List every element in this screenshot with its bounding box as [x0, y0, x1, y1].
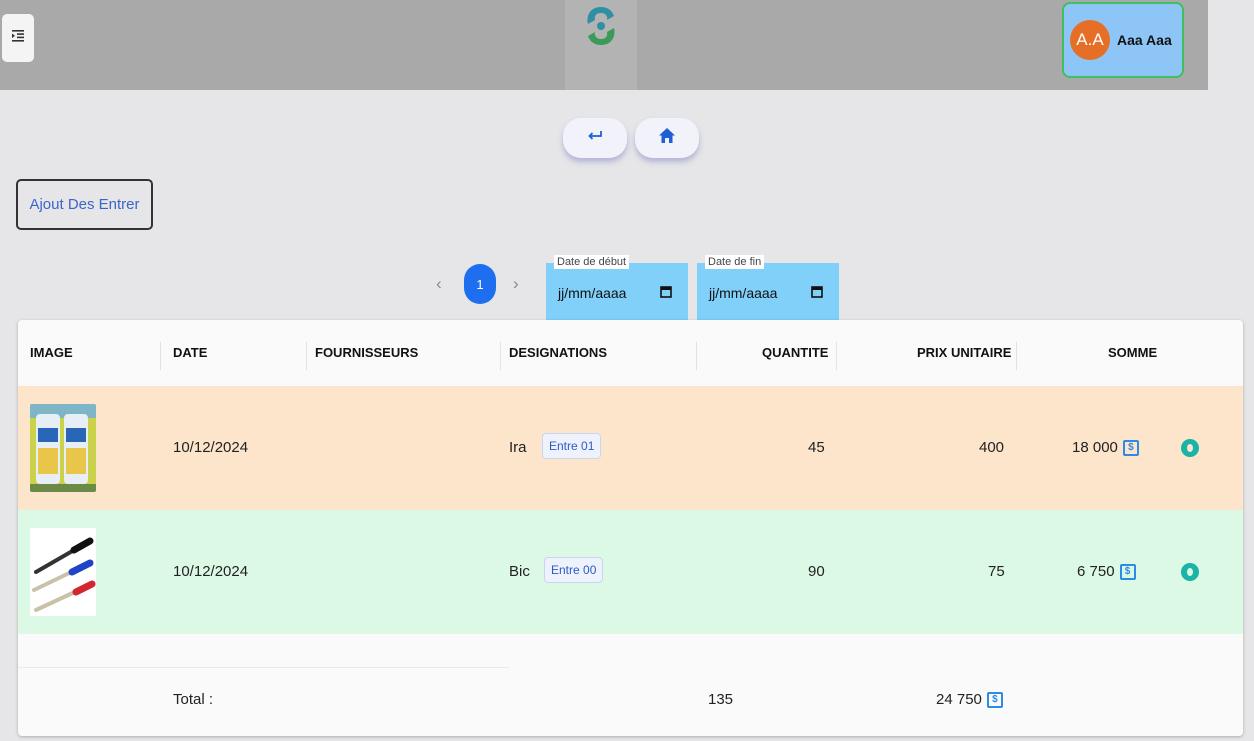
dollar-bill-icon: $ — [986, 692, 1003, 709]
app-logo-icon — [581, 4, 621, 53]
product-image — [30, 528, 96, 616]
entries-table: IMAGE DATE FOURNISSEURS DESIGNATIONS QUA… — [18, 320, 1243, 736]
return-arrow-icon — [587, 129, 603, 147]
designation-name: Bic — [509, 563, 530, 580]
page-1-button[interactable]: 1 — [464, 264, 496, 304]
logo-area[interactable] — [565, 0, 637, 90]
unit-price-value: 75 — [988, 563, 1005, 580]
table-row: 10/12/2024 Ira Entre 01 45 400 18 000 $ — [18, 386, 1243, 510]
total-quantity: 135 — [708, 691, 734, 708]
chevron-left-icon[interactable]: ‹ — [436, 274, 442, 294]
column-header: FOURNISSEURS — [315, 345, 419, 360]
start-date-input[interactable]: jj/mm/aaaa — [558, 285, 626, 301]
column-divider — [836, 342, 837, 370]
entry-badge[interactable]: Entre 01 — [542, 433, 602, 459]
quantity-value: 45 — [808, 439, 825, 456]
entry-date: 10/12/2024 — [173, 563, 249, 580]
quantity-value: 90 — [808, 563, 825, 580]
user-profile-chip[interactable]: A.A Aaa Aaa — [1062, 2, 1184, 78]
column-header: DESIGNATIONS — [509, 345, 607, 360]
user-name: Aaa Aaa — [1117, 32, 1172, 48]
back-button[interactable] — [563, 118, 627, 158]
menu-toggle-button[interactable] — [2, 14, 34, 62]
end-date-input[interactable]: jj/mm/aaaa — [709, 285, 777, 301]
avatar: A.A — [1070, 20, 1110, 60]
column-header: IMAGE — [30, 345, 73, 360]
end-date-label: Date de fin — [705, 255, 765, 269]
indent-menu-icon — [11, 29, 25, 48]
home-button[interactable] — [635, 118, 699, 158]
column-divider — [160, 342, 161, 370]
column-divider — [306, 342, 307, 370]
calendar-icon[interactable] — [660, 285, 672, 303]
chevron-right-icon[interactable]: › — [513, 274, 519, 294]
table-row: 10/12/2024 Bic Entre 00 90 75 6 750 $ — [18, 510, 1243, 634]
dollar-bill-icon: $ — [1119, 564, 1136, 581]
total-sum: 24 750 — [936, 691, 982, 708]
entry-date: 10/12/2024 — [173, 439, 249, 456]
column-divider — [1016, 342, 1017, 370]
total-label: Total : — [173, 691, 214, 708]
add-entry-button[interactable]: Ajout Des Entrer — [16, 179, 153, 230]
view-eye-icon[interactable] — [1181, 563, 1199, 581]
total-sum-cell: 24 750 $ — [936, 691, 1003, 709]
end-date-field[interactable]: Date de fin jj/mm/aaaa — [697, 255, 839, 320]
start-date-field[interactable]: Date de début jj/mm/aaaa — [546, 255, 688, 320]
sum-cell: 6 750 $ — [1077, 563, 1136, 581]
entry-badge[interactable]: Entre 00 — [544, 557, 604, 583]
sum-cell: 18 000 $ — [1072, 439, 1139, 457]
designation-name: Ira — [509, 439, 527, 456]
view-eye-icon[interactable] — [1181, 439, 1199, 457]
divider — [18, 667, 509, 668]
sum-value: 6 750 — [1077, 563, 1115, 580]
product-image — [30, 404, 96, 492]
column-header: QUANTITE — [762, 345, 829, 360]
sum-value: 18 000 — [1072, 439, 1118, 456]
home-icon — [659, 128, 675, 148]
column-divider — [500, 342, 501, 370]
table-header: IMAGE DATE FOURNISSEURS DESIGNATIONS QUA… — [18, 320, 1243, 386]
unit-price-value: 400 — [979, 439, 1005, 456]
column-header: PRIX UNITAIRE — [917, 345, 1012, 360]
dollar-bill-icon: $ — [1122, 440, 1139, 457]
column-divider — [696, 342, 697, 370]
start-date-label: Date de début — [554, 255, 630, 269]
column-header: SOMME — [1108, 345, 1158, 360]
top-header: A.A Aaa Aaa — [0, 0, 1208, 90]
calendar-icon[interactable] — [811, 285, 823, 303]
column-header: DATE — [173, 345, 208, 360]
